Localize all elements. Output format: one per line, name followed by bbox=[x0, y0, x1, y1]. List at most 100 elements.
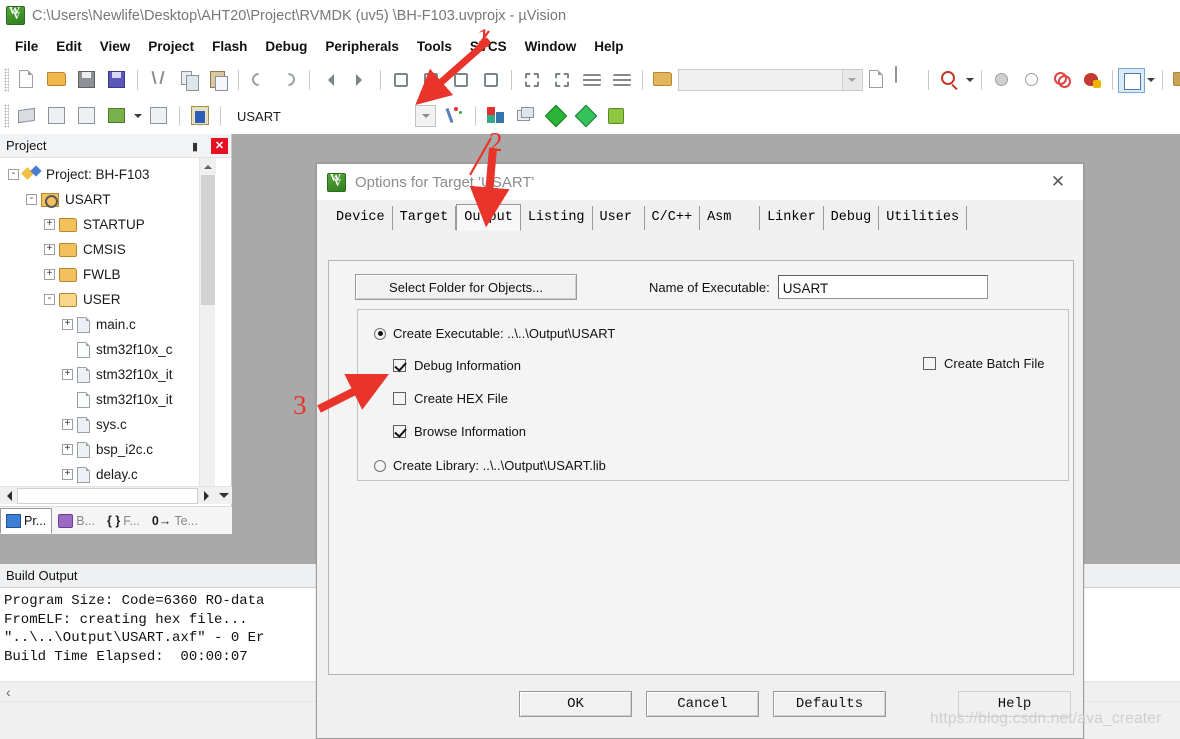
scrollbar-thumb[interactable] bbox=[17, 487, 198, 504]
tree-item-startup[interactable]: + STARTUP bbox=[0, 212, 212, 237]
tree-expander[interactable]: + bbox=[62, 419, 73, 430]
chevron-down-icon[interactable] bbox=[842, 70, 861, 90]
tab-device[interactable]: Device bbox=[329, 206, 393, 230]
rebuild-all-icon[interactable] bbox=[74, 103, 100, 129]
tab-asm[interactable]: Asm bbox=[700, 206, 761, 230]
create-batch-file-checkbox[interactable]: Create Batch File bbox=[923, 356, 1044, 371]
menu-item-view[interactable]: View bbox=[91, 36, 140, 57]
project-tree[interactable]: - Project: BH-F103 - USART + STARTUP + C… bbox=[0, 158, 212, 503]
project-window-toggle-icon[interactable] bbox=[1118, 67, 1145, 93]
menu-item-window[interactable]: Window bbox=[516, 36, 586, 57]
scroll-right-icon[interactable] bbox=[198, 487, 215, 504]
stop-build-icon[interactable] bbox=[146, 103, 172, 129]
cut-icon[interactable] bbox=[145, 67, 171, 93]
options-for-target-icon[interactable] bbox=[442, 103, 468, 129]
tree-expander[interactable]: + bbox=[62, 369, 73, 380]
download-to-flash-icon[interactable] bbox=[187, 103, 213, 129]
new-file-icon[interactable] bbox=[14, 67, 40, 93]
pack-installer-green-icon[interactable] bbox=[543, 103, 569, 129]
menu-item-flash[interactable]: Flash bbox=[203, 36, 256, 57]
open-folder-icon[interactable] bbox=[650, 67, 676, 93]
manage-run-time-icon[interactable] bbox=[573, 103, 599, 129]
incremental-find-icon[interactable] bbox=[895, 66, 921, 93]
menu-item-peripherals[interactable]: Peripherals bbox=[316, 36, 408, 57]
outdent-icon[interactable] bbox=[549, 67, 575, 93]
tab-c-cpp[interactable]: C/C++ bbox=[645, 206, 701, 230]
tree-expander[interactable]: + bbox=[44, 269, 55, 280]
bookmark-clear-icon[interactable] bbox=[478, 67, 504, 93]
bookmark-prev-icon[interactable] bbox=[418, 67, 444, 93]
defaults-button[interactable]: Defaults bbox=[773, 691, 886, 717]
bookmark-next-icon[interactable] bbox=[448, 67, 474, 93]
create-library-radio[interactable]: Create Library: ..\..\Output\USART.lib bbox=[374, 458, 606, 473]
tree-expander[interactable]: - bbox=[44, 294, 55, 305]
comment-icon[interactable] bbox=[579, 67, 605, 93]
tree-item-sys-c[interactable]: + sys.c bbox=[0, 412, 212, 437]
tree-item-stm32f10x-it-c[interactable]: + stm32f10x_it bbox=[0, 362, 212, 387]
pin-icon[interactable] bbox=[192, 138, 208, 154]
select-folder-for-objects-button[interactable]: Select Folder for Objects... bbox=[355, 274, 577, 300]
undo-icon[interactable] bbox=[246, 67, 272, 93]
bookmark-toggle-icon[interactable] bbox=[388, 67, 414, 93]
tree-expander[interactable]: + bbox=[62, 444, 73, 455]
save-icon[interactable] bbox=[74, 67, 100, 93]
menu-item-tools[interactable]: Tools bbox=[408, 36, 461, 57]
chevron-down-icon[interactable] bbox=[964, 69, 976, 91]
menu-item-edit[interactable]: Edit bbox=[47, 36, 91, 57]
indent-icon[interactable] bbox=[519, 67, 545, 93]
disable-all-breakpoints-icon[interactable] bbox=[1049, 67, 1075, 93]
tree-expander[interactable]: + bbox=[44, 219, 55, 230]
translate-file-icon[interactable] bbox=[14, 103, 40, 129]
tab-project[interactable]: Pr... bbox=[0, 508, 53, 534]
browse-information-checkbox[interactable]: Browse Information bbox=[393, 424, 526, 439]
kill-all-breakpoints-icon[interactable] bbox=[1079, 67, 1105, 93]
menu-item-file[interactable]: File bbox=[6, 36, 47, 57]
close-icon[interactable]: ✕ bbox=[1039, 167, 1077, 197]
tree-item-project[interactable]: - Project: BH-F103 bbox=[0, 162, 212, 187]
batch-build-icon[interactable] bbox=[104, 103, 130, 129]
tree-expander[interactable]: - bbox=[8, 169, 19, 180]
debug-information-checkbox[interactable]: Debug Information bbox=[393, 358, 521, 373]
name-of-executable-input[interactable]: USART bbox=[777, 275, 988, 299]
breakpoint-icon[interactable] bbox=[989, 67, 1015, 93]
tab-linker[interactable]: Linker bbox=[760, 206, 824, 230]
tree-item-stm32f10x-it-h[interactable]: stm32f10x_it bbox=[0, 387, 212, 412]
find-in-files-icon[interactable] bbox=[865, 67, 891, 93]
scroll-left-icon[interactable] bbox=[0, 487, 17, 504]
multi-project-icon[interactable] bbox=[513, 103, 539, 129]
tree-expander[interactable]: + bbox=[44, 244, 55, 255]
create-executable-radio[interactable]: Create Executable: ..\..\Output\USART bbox=[374, 326, 615, 341]
paste-icon[interactable] bbox=[205, 67, 231, 93]
tab-user[interactable]: User bbox=[593, 206, 645, 230]
tree-expander[interactable]: + bbox=[62, 469, 73, 480]
menu-item-help[interactable]: Help bbox=[585, 36, 632, 57]
tab-target[interactable]: Target bbox=[393, 206, 457, 230]
scroll-up-icon[interactable] bbox=[200, 158, 216, 174]
select-software-packs-icon[interactable] bbox=[603, 103, 629, 129]
toolbar-grip[interactable] bbox=[4, 68, 9, 92]
copy-icon[interactable] bbox=[175, 67, 201, 93]
tree-item-stm32f10x-conf[interactable]: stm32f10x_c bbox=[0, 337, 212, 362]
create-hex-file-checkbox[interactable]: Create HEX File bbox=[393, 391, 508, 406]
tree-item-user[interactable]: - USER bbox=[0, 287, 212, 312]
tab-utilities[interactable]: Utilities bbox=[879, 206, 968, 230]
chevron-down-icon[interactable] bbox=[132, 105, 144, 127]
find-combo[interactable] bbox=[678, 69, 863, 91]
chevron-down-icon[interactable] bbox=[1145, 69, 1157, 91]
tree-item-fwlb[interactable]: + FWLB bbox=[0, 262, 212, 287]
menu-item-project[interactable]: Project bbox=[139, 36, 203, 57]
breakpoint-disabled-icon[interactable] bbox=[1019, 67, 1045, 93]
tab-listing[interactable]: Listing bbox=[521, 206, 593, 230]
scroll-left-icon[interactable]: ‹ bbox=[6, 684, 11, 700]
tree-item-target-usart[interactable]: - USART bbox=[0, 187, 212, 212]
cancel-button[interactable]: Cancel bbox=[646, 691, 759, 717]
project-tree-horizontal-scrollbar[interactable] bbox=[0, 486, 232, 504]
manage-components-icon[interactable] bbox=[1170, 67, 1180, 93]
redo-icon[interactable] bbox=[276, 67, 302, 93]
project-tree-vertical-scrollbar[interactable] bbox=[199, 158, 216, 503]
tree-expander[interactable]: - bbox=[26, 194, 37, 205]
navigate-forward-icon[interactable] bbox=[347, 67, 373, 93]
tree-item-bsp-i2c-c[interactable]: + bsp_i2c.c bbox=[0, 437, 212, 462]
target-selector[interactable]: USART bbox=[230, 105, 415, 127]
toolbar-grip[interactable] bbox=[4, 104, 9, 128]
